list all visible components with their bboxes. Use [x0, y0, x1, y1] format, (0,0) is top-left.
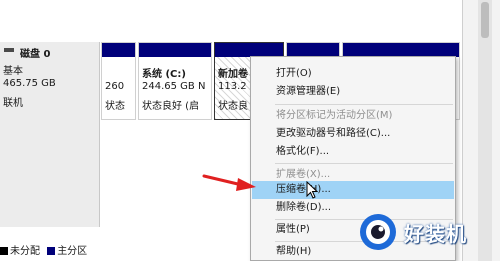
- menu-item-format[interactable]: 格式化(F)...: [252, 143, 454, 161]
- disk-status: 联机: [3, 98, 23, 109]
- partition-header-bar: [287, 43, 339, 57]
- partition-system-c[interactable]: 系统 (C:) 244.65 GB N 状态良好 (启: [138, 42, 212, 120]
- menu-item-open[interactable]: 打开(O): [252, 65, 454, 83]
- menu-separator: [275, 104, 453, 105]
- partition-header-bar: [102, 43, 135, 57]
- scrollbar-thumb[interactable]: [481, 2, 489, 38]
- disk-size: 465.75 GB: [3, 78, 56, 89]
- menu-item-shrink[interactable]: 压缩卷(H)...: [252, 181, 454, 199]
- legend: 未分配 主分区: [0, 242, 200, 261]
- mouse-cursor-icon: [306, 181, 318, 199]
- partition-header-bar: [343, 43, 459, 57]
- partition-header-bar: [139, 43, 211, 57]
- disk-type: 基本: [3, 66, 23, 77]
- watermark: 好装机: [352, 208, 500, 254]
- watermark-text: 好装机: [404, 222, 467, 246]
- partition-recovery[interactable]: 260 状态: [101, 42, 136, 120]
- partition-status: 状态良好 (启: [142, 101, 200, 112]
- menu-item-change-letter[interactable]: 更改驱动器号和路径(C)...: [252, 125, 454, 143]
- partition-title: 系统 (C:): [142, 69, 186, 80]
- disk-icon: [4, 48, 14, 52]
- partition-title: 新加卷: [218, 69, 248, 80]
- watermark-logo-icon: [360, 214, 396, 250]
- partition-size: 244.65 GB N: [142, 81, 206, 92]
- partition-size: 260: [105, 81, 125, 92]
- red-arrow-icon: [202, 174, 256, 191]
- menu-item-explorer[interactable]: 资源管理器(E): [252, 83, 454, 101]
- primary-swatch: [47, 247, 56, 255]
- disk-0-label[interactable]: 磁盘 0 基本 465.75 GB 联机: [0, 42, 100, 227]
- legend-primary: 主分区: [57, 246, 88, 257]
- disk-name: 磁盘 0: [20, 49, 51, 60]
- partition-status: 状态良: [218, 101, 248, 112]
- unallocated-swatch: [0, 247, 8, 255]
- partition-size: 113.2: [218, 81, 247, 92]
- partition-status: 状态: [105, 101, 125, 112]
- legend-unallocated: 未分配: [10, 246, 40, 257]
- partition-header-bar: [215, 43, 283, 57]
- menu-separator: [275, 163, 453, 164]
- menu-item-mark-active[interactable]: 将分区标记为活动分区(M): [252, 107, 454, 125]
- volume-list-area: [0, 0, 462, 36]
